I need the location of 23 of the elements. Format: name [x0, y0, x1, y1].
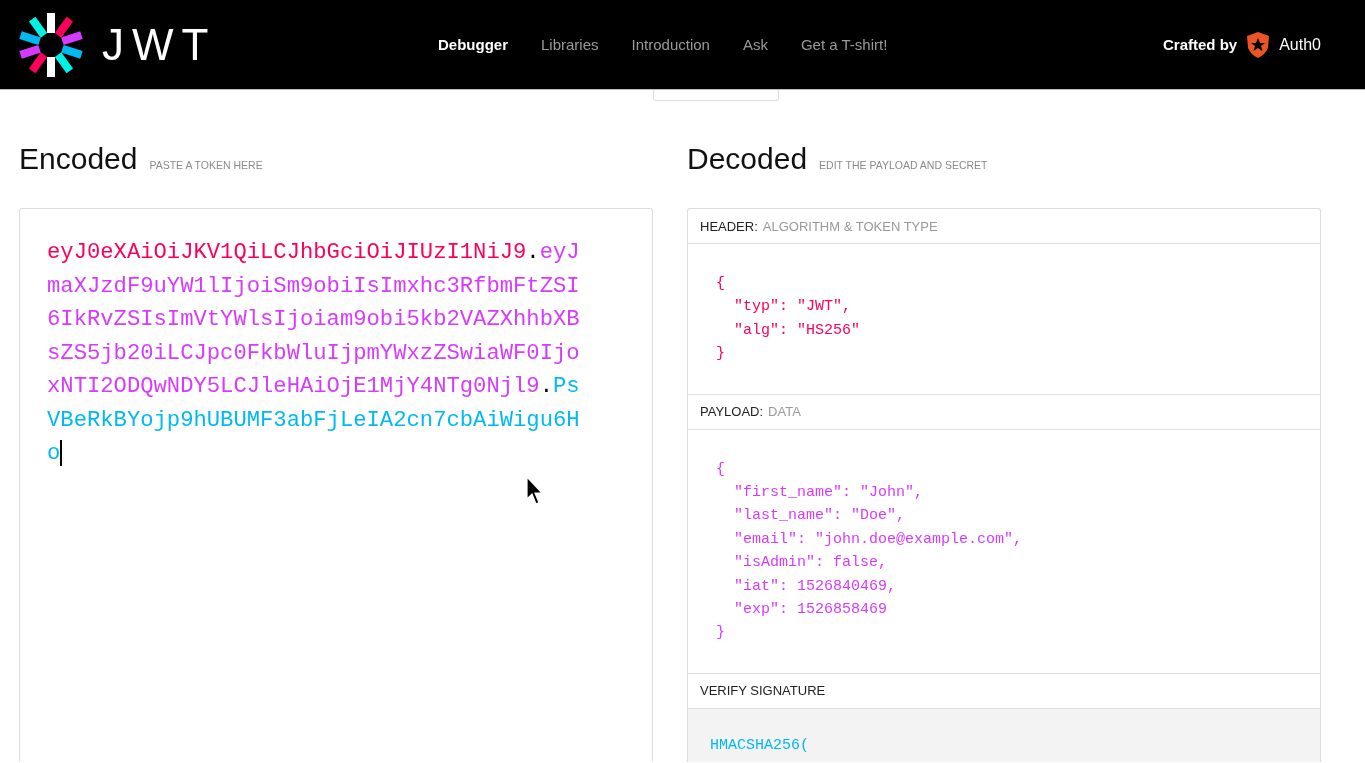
- nav-link[interactable]: Introduction: [631, 36, 710, 53]
- section-sublabel: DATA: [768, 404, 801, 420]
- brand-name: JWT: [102, 22, 217, 67]
- cursor-icon: [526, 476, 544, 506]
- crafted-label: Crafted by: [1163, 36, 1238, 53]
- company-name: Auth0: [1279, 35, 1321, 54]
- section-hint: EDIT THE PAYLOAD AND SECRET: [819, 159, 988, 171]
- logo-icon: [18, 11, 84, 78]
- code-editor[interactable]: { "typ": "JWT", "alg": "HS256" }: [688, 244, 1320, 395]
- section-label: HEADER:: [700, 218, 758, 234]
- nav-link[interactable]: Get a T-shirt!: [800, 36, 888, 53]
- nav-link[interactable]: Ask: [742, 36, 768, 53]
- section-label: PAYLOAD:: [700, 404, 764, 420]
- panel-tab[interactable]: [653, 90, 779, 101]
- nav-link[interactable]: Libraries: [541, 36, 599, 53]
- nav-link[interactable]: Debugger: [438, 36, 508, 53]
- section-sublabel: ALGORITHM & TOKEN TYPE: [762, 218, 938, 234]
- shield-star-icon: [1245, 30, 1272, 59]
- section-label: VERIFY SIGNATURE: [700, 683, 826, 699]
- section-hint: PASTE A TOKEN HERE: [149, 159, 263, 171]
- code-editor[interactable]: { "first_name": "John", "last_name": "Doe", "email": "john.doe@example.com", "isAdmin": false, "iat": 1526840469, "exp": 1526858469 }: [688, 429, 1320, 674]
- section-title: Encoded: [19, 142, 138, 176]
- section-title: Decoded: [687, 142, 808, 176]
